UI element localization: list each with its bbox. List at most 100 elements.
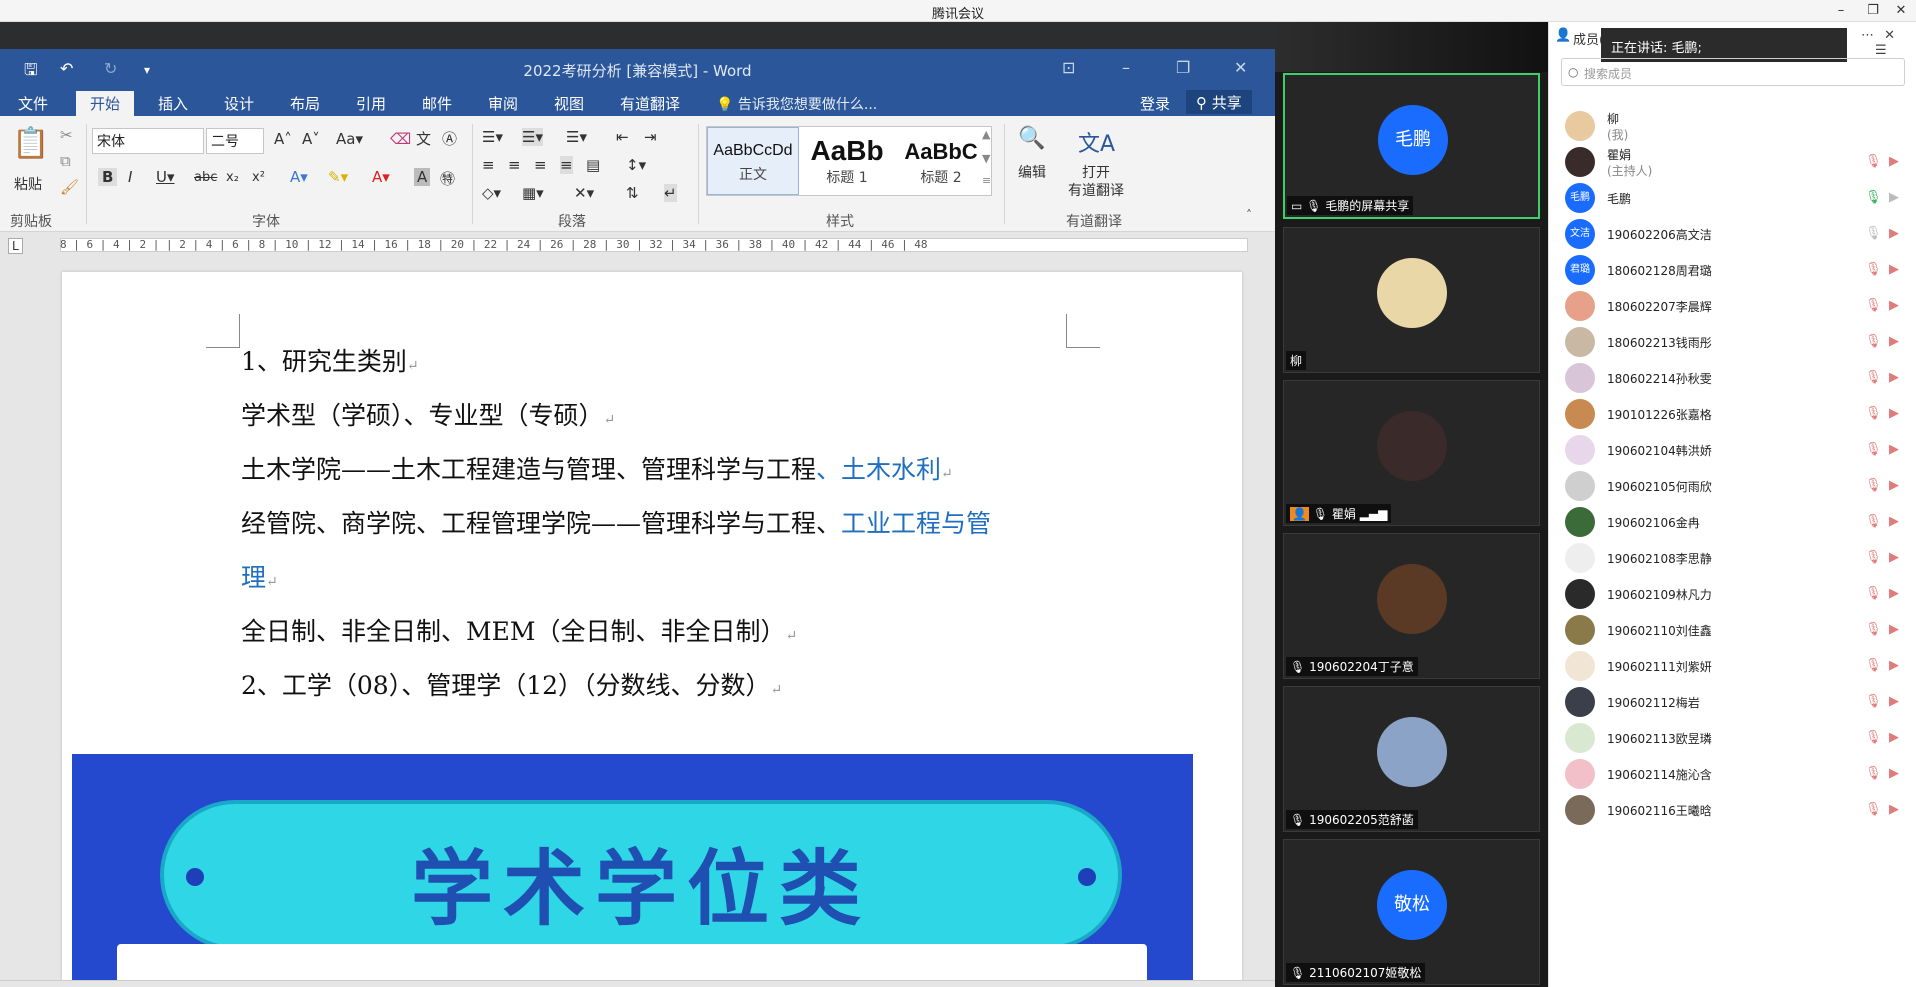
collapse-ribbon-icon[interactable]: ˄ [1246,208,1252,222]
bullets-icon[interactable]: ☰▾ [482,128,503,146]
find-icon[interactable]: 🔍 [1018,126,1045,151]
member-row[interactable]: 柳 (我) [1549,108,1916,144]
clear-format-icon[interactable]: ⌫ [390,130,411,148]
member-row[interactable]: 190602112梅岩 🎙 ▶ [1549,684,1916,720]
close-panel-icon[interactable]: ✕ [1884,28,1895,43]
align-center-icon[interactable]: ≡ [508,156,521,174]
tab-selector-icon[interactable]: L [8,238,23,254]
styles-scroll-up-icon[interactable]: ▲ [982,128,990,141]
mic-muted-icon[interactable]: 🎙 [1865,154,1882,169]
tab-insert[interactable]: 插入 [158,93,188,114]
mic-muted-icon[interactable]: 🎙 [1865,766,1882,781]
font-size-select[interactable]: 二号 [206,128,264,154]
numbering-icon[interactable]: ☰▾ [522,128,543,146]
justify-icon[interactable]: ≡ [560,156,573,174]
camera-off-icon[interactable]: ▶ [1889,190,1899,205]
tab-home[interactable]: 开始 [76,91,135,116]
more-icon[interactable]: ⋯ [1861,28,1874,43]
edit-button[interactable]: 编辑 [1018,162,1046,182]
tab-youdao[interactable]: 有道翻译 [620,93,680,114]
font-name-select[interactable]: 宋体 [92,128,204,154]
member-row[interactable]: 毛鹏 毛鹏 🎙 ▶ [1549,180,1916,216]
paste-icon[interactable]: 📋 [12,126,49,161]
mic-muted-icon[interactable]: 🎙 [1865,622,1882,637]
phonetic-guide-icon[interactable]: 文 [416,128,431,149]
tab-mailings[interactable]: 邮件 [422,93,452,114]
mic-icon[interactable]: 🎙 [1865,226,1882,241]
mic-muted-icon[interactable]: 🎙 [1865,586,1882,601]
member-row[interactable]: 180602214孙秋雯 🎙 ▶ [1549,360,1916,396]
char-border-icon[interactable]: Ⓐ [442,128,457,149]
grow-font-icon[interactable]: A˄ [274,130,292,148]
italic-icon[interactable]: I [128,168,132,186]
asian-layout-icon[interactable]: ✕▾ [574,184,594,202]
format-painter-icon[interactable]: 🖌 [60,178,79,196]
video-tile-1[interactable]: 柳 [1283,227,1540,373]
tab-view[interactable]: 视图 [554,93,584,114]
tell-me-box[interactable]: 💡 告诉我您想要做什么... [716,94,877,114]
word-restore-icon[interactable]: ❐ [1176,58,1190,77]
member-row[interactable]: 190602113欧昱璘 🎙 ▶ [1549,720,1916,756]
mic-muted-icon[interactable]: 🎙 [1865,262,1882,277]
char-shading-icon[interactable]: A [414,168,431,186]
member-row[interactable]: 190602109林凡力 🎙 ▶ [1549,576,1916,612]
mic-muted-icon[interactable]: 🎙 [1865,730,1882,745]
superscript-icon[interactable]: x² [252,170,265,185]
camera-off-icon[interactable]: ▶ [1889,622,1899,637]
open-translate-label-2[interactable]: 有道翻译 [1068,180,1124,200]
open-translate-label-1[interactable]: 打开 [1082,162,1110,182]
paste-label[interactable]: 粘贴 [14,174,42,194]
sort-icon[interactable]: ⇅ [626,184,639,202]
copy-icon[interactable]: ⧉ [60,152,71,170]
member-row[interactable]: 君璐 180602128周君璐 🎙 ▶ [1549,252,1916,288]
minimize-button[interactable]: – [1828,1,1854,21]
camera-off-icon[interactable]: ▶ [1889,442,1899,457]
highlight-icon[interactable]: ✎▾ [328,168,348,186]
camera-off-icon[interactable]: ▶ [1889,226,1899,241]
tab-design[interactable]: 设计 [224,93,254,114]
align-left-icon[interactable]: ≡ [482,156,495,174]
styles-scroll-down-icon[interactable]: ▼ [982,152,990,165]
member-row[interactable]: 190602110刘佳鑫 🎙 ▶ [1549,612,1916,648]
change-case-icon[interactable]: Aa▾ [336,130,363,148]
tab-file[interactable]: 文件 [18,93,48,114]
translate-icon[interactable]: 文A [1078,126,1115,158]
style-heading2[interactable]: AaBbC 标题 2 [895,127,987,195]
bold-icon[interactable]: B [98,168,118,186]
styles-more-icon[interactable]: ≡ [982,174,991,187]
member-row[interactable]: 190602104韩洪娇 🎙 ▶ [1549,432,1916,468]
mic-muted-icon[interactable]: 🎙 [1865,694,1882,709]
mic-muted-icon[interactable]: 🎙 [1865,478,1882,493]
video-tile-0[interactable]: 毛鹏 ▭ 🎙 毛鹏的屏幕共享 [1283,73,1540,219]
mic-muted-icon[interactable]: 🎙 [1865,334,1882,349]
member-search-input[interactable]: ○ 搜索成员 [1561,58,1905,86]
show-marks-icon[interactable]: ↵ [664,184,677,202]
align-right-icon[interactable]: ≡ [534,156,547,174]
member-row[interactable]: 180602213钱雨彤 🎙 ▶ [1549,324,1916,360]
camera-off-icon[interactable]: ▶ [1889,298,1899,313]
strikethrough-icon[interactable]: abc [194,170,217,185]
cut-icon[interactable]: ✂ [60,126,73,144]
camera-off-icon[interactable]: ▶ [1889,586,1899,601]
camera-off-icon[interactable]: ▶ [1889,658,1899,673]
mic-muted-icon[interactable]: 🎙 [1865,802,1882,817]
member-row[interactable]: 190602111刘紫妍 🎙 ▶ [1549,648,1916,684]
mic-muted-icon[interactable]: 🎙 [1865,550,1882,565]
member-row[interactable]: 190602105何雨欣 🎙 ▶ [1549,468,1916,504]
menu-icon[interactable]: ☰ [1875,43,1887,58]
mic-muted-icon[interactable]: 🎙 [1865,406,1882,421]
member-row[interactable]: 文洁 190602206高文洁 🎙 ▶ [1549,216,1916,252]
member-row[interactable]: 190602116王曦晗 🎙 ▶ [1549,792,1916,828]
document-page[interactable]: 1、研究生类别↵ 学术型（学硕）、专业型（专硕）↵ 土木学院——土木工程建造与管… [62,272,1242,980]
member-row[interactable]: 190101226张嘉格 🎙 ▶ [1549,396,1916,432]
tab-review[interactable]: 审阅 [488,93,518,114]
subscript-icon[interactable]: x₂ [226,170,239,185]
video-tile-4[interactable]: 🎙 190602205范舒菡 [1283,686,1540,832]
camera-off-icon[interactable]: ▶ [1889,730,1899,745]
borders-icon[interactable]: ▦▾ [522,184,544,202]
word-close-icon[interactable]: ✕ [1234,58,1247,77]
video-tile-2[interactable]: 👤 🎙 瞿娟 ▂▄▆ [1283,380,1540,526]
camera-off-icon[interactable]: ▶ [1889,802,1899,817]
camera-off-icon[interactable]: ▶ [1889,514,1899,529]
member-row[interactable]: 180602207李晨辉 🎙 ▶ [1549,288,1916,324]
